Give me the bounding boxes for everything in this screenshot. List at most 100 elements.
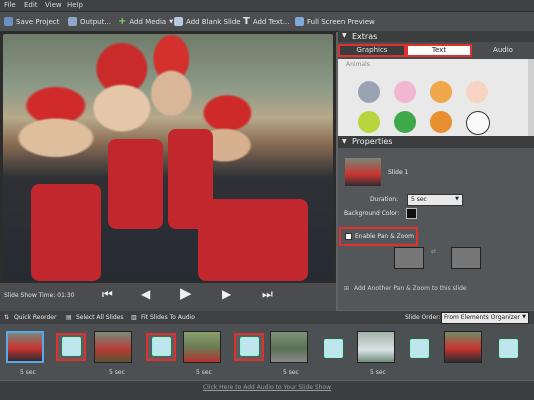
slide-duration[interactable]: 5 sec bbox=[109, 369, 125, 376]
extras-title: Extras bbox=[352, 32, 378, 41]
duration-value: 5 sec bbox=[411, 196, 427, 203]
tab-graphics[interactable]: Graphics bbox=[338, 44, 406, 57]
transition-icon bbox=[152, 337, 171, 356]
play-icon[interactable]: ▶ bbox=[180, 284, 192, 302]
tab-audio-label: Audio bbox=[493, 46, 513, 54]
menu-bar: File Edit View Help bbox=[0, 0, 534, 12]
slide-photo bbox=[3, 34, 333, 281]
slide-order-select[interactable]: From Elements Organizer ▼ bbox=[441, 312, 529, 324]
tab-text[interactable]: Text bbox=[406, 44, 472, 57]
transition-icon bbox=[240, 337, 259, 356]
slide-duration[interactable]: 5 sec bbox=[370, 369, 386, 376]
first-slide-icon[interactable]: ⏮ bbox=[102, 287, 113, 302]
output-button[interactable]: Output... bbox=[68, 16, 111, 27]
full-screen-icon bbox=[295, 17, 304, 26]
slide-thumb-2[interactable] bbox=[94, 331, 132, 363]
last-slide-icon[interactable]: ⏭ bbox=[262, 287, 273, 302]
quick-reorder-button[interactable]: Quick Reorder bbox=[14, 314, 56, 321]
add-audio-link[interactable]: Click Here to Add Audio to Your Slide Sh… bbox=[0, 384, 534, 391]
slide-order-value: From Elements Organizer bbox=[444, 314, 520, 321]
background-color-label: Background Color: bbox=[344, 210, 400, 217]
collapse-icon[interactable]: ▼ bbox=[342, 32, 347, 39]
menu-help[interactable]: Help bbox=[67, 1, 83, 9]
transition-icon bbox=[62, 337, 81, 356]
fit-slides-icon[interactable]: ▥ bbox=[131, 314, 137, 321]
duration-select[interactable]: 5 sec ▼ bbox=[407, 194, 463, 206]
add-media-label: Add Media bbox=[129, 17, 167, 26]
tab-audio[interactable]: Audio bbox=[472, 44, 534, 57]
pan-start-thumbnail bbox=[394, 247, 424, 269]
transition-1[interactable] bbox=[56, 333, 86, 361]
slide-thumb-3[interactable] bbox=[183, 331, 221, 363]
full-screen-preview-button[interactable]: Full Screen Preview bbox=[295, 16, 375, 27]
menu-view[interactable]: View bbox=[45, 1, 62, 9]
fit-slides-button[interactable]: Fit Slides To Audio bbox=[141, 314, 195, 321]
text-icon: T bbox=[243, 16, 250, 27]
slide-preview bbox=[0, 31, 336, 283]
slide-name: Slide 1 bbox=[388, 169, 409, 176]
dragon-icon[interactable] bbox=[394, 111, 416, 133]
output-icon bbox=[68, 17, 77, 26]
pan-end-thumbnail bbox=[451, 247, 481, 269]
add-pan-zoom-link[interactable]: Add Another Pan & Zoom to this slide bbox=[354, 285, 467, 292]
plus-icon: + bbox=[118, 16, 127, 27]
transition-2[interactable] bbox=[146, 333, 176, 361]
transition-icon[interactable] bbox=[410, 339, 429, 358]
transition-icon[interactable] bbox=[324, 339, 343, 358]
quick-reorder-icon[interactable]: ⇅ bbox=[4, 314, 9, 321]
transition-icon[interactable] bbox=[499, 339, 518, 358]
slide-thumb-1[interactable] bbox=[6, 331, 44, 363]
add-pan-zoom-icon[interactable]: ⊞ bbox=[344, 285, 349, 292]
chevron-down-icon: ▼ bbox=[169, 18, 174, 25]
life-vest bbox=[108, 139, 163, 229]
slide-show-time: Slide Show Time: 01:30 bbox=[4, 292, 75, 299]
previous-slide-icon[interactable]: ◀ bbox=[141, 287, 150, 301]
save-icon bbox=[4, 17, 13, 26]
slide-thumb-4[interactable] bbox=[270, 331, 308, 363]
collapse-icon[interactable]: ▼ bbox=[342, 138, 347, 145]
next-slide-icon[interactable]: ▶ bbox=[222, 287, 231, 301]
sheep-icon[interactable] bbox=[466, 111, 490, 135]
duration-label: Duration: bbox=[370, 196, 399, 203]
save-project-label: Save Project bbox=[16, 17, 60, 26]
extras-tabs: Graphics Text Audio bbox=[338, 42, 534, 59]
cow-icon[interactable] bbox=[394, 81, 416, 103]
rabbit-icon[interactable] bbox=[466, 81, 488, 103]
menu-edit[interactable]: Edit bbox=[24, 1, 38, 9]
swap-icon[interactable]: ⇄ bbox=[431, 248, 436, 255]
chevron-down-icon: ▼ bbox=[522, 314, 526, 320]
graphics-panel: Animals bbox=[338, 59, 534, 136]
properties-header[interactable]: ▼ Properties bbox=[338, 136, 534, 148]
slide-thumb-6[interactable] bbox=[444, 331, 482, 363]
menu-file[interactable]: File bbox=[4, 1, 16, 9]
slide-thumb-5[interactable] bbox=[357, 331, 395, 363]
add-blank-slide-label: Add Blank Slide bbox=[186, 17, 241, 26]
cat-icon[interactable] bbox=[430, 111, 452, 133]
background-color-swatch[interactable] bbox=[406, 208, 417, 219]
blank-slide-icon bbox=[174, 17, 183, 26]
slide-duration[interactable]: 5 sec bbox=[20, 369, 36, 376]
add-media-button[interactable]: + Add Media ▼ bbox=[118, 16, 173, 27]
mouse-icon[interactable] bbox=[358, 81, 380, 103]
slide-duration[interactable]: 5 sec bbox=[196, 369, 212, 376]
output-label: Output... bbox=[80, 17, 111, 26]
graphics-scrollbar[interactable] bbox=[528, 59, 534, 136]
save-project-button[interactable]: Save Project bbox=[4, 16, 59, 27]
select-all-icon[interactable]: ▤ bbox=[66, 314, 72, 321]
add-blank-slide-button[interactable]: Add Blank Slide bbox=[174, 16, 241, 27]
add-text-label: Add Text... bbox=[252, 17, 290, 26]
transition-3[interactable] bbox=[234, 333, 264, 361]
enable-pan-zoom-checkbox[interactable] bbox=[345, 233, 352, 240]
life-vest bbox=[198, 199, 308, 281]
life-vest bbox=[31, 184, 101, 281]
tiger-icon[interactable] bbox=[430, 81, 452, 103]
select-all-button[interactable]: Select All Slides bbox=[76, 314, 124, 321]
slide-duration[interactable]: 5 sec bbox=[283, 369, 299, 376]
enable-pan-zoom-label: Enable Pan & Zoom bbox=[355, 233, 414, 240]
add-text-button[interactable]: T Add Text... bbox=[243, 16, 289, 27]
tab-text-label: Text bbox=[431, 46, 447, 54]
extras-header[interactable]: ▼ Extras bbox=[338, 31, 534, 42]
frog-icon[interactable] bbox=[358, 111, 380, 133]
slide-order-label: Slide Order: bbox=[405, 314, 441, 321]
tab-graphics-label: Graphics bbox=[356, 46, 388, 54]
